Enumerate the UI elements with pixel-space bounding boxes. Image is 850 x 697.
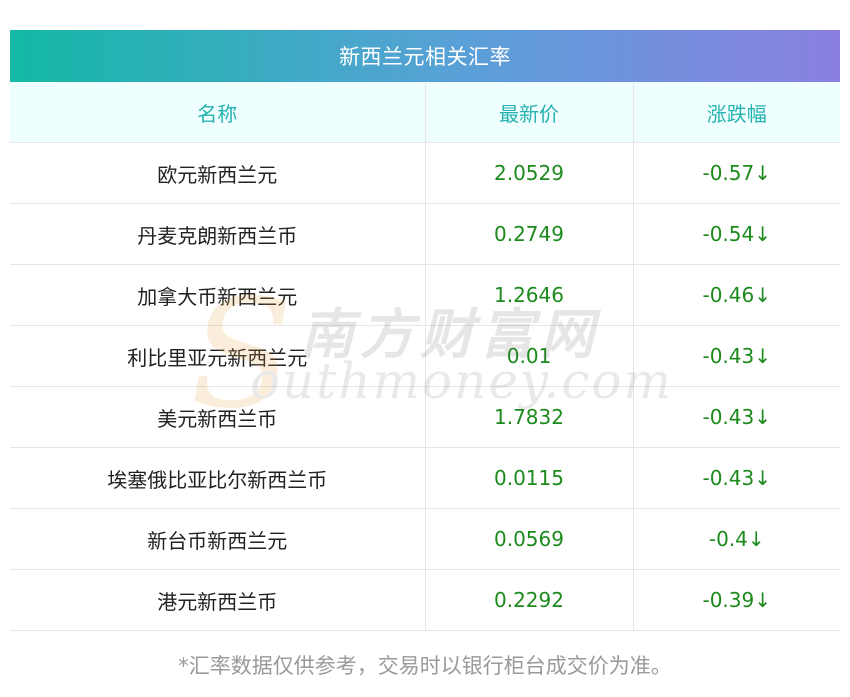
- row-change: -0.39↓: [633, 569, 840, 631]
- row-price: 1.7832: [425, 386, 634, 448]
- column-header-name: 名称: [10, 82, 426, 143]
- row-name: 港元新西兰币: [10, 569, 426, 631]
- row-change: -0.4↓: [633, 508, 840, 570]
- row-change: -0.43↓: [633, 386, 840, 448]
- row-change: -0.43↓: [633, 325, 840, 387]
- table-row: 美元新西兰币 1.7832 -0.43↓: [10, 386, 840, 448]
- row-name: 美元新西兰币: [10, 386, 426, 448]
- row-change: -0.57↓: [633, 142, 840, 204]
- row-price: 1.2646: [425, 264, 634, 326]
- row-price: 0.0569: [425, 508, 634, 570]
- row-change: -0.54↓: [633, 203, 840, 265]
- row-price: 0.0115: [425, 447, 634, 509]
- row-price: 0.01: [425, 325, 634, 387]
- row-name: 埃塞俄比亚比尔新西兰币: [10, 447, 426, 509]
- panel-title: 新西兰元相关汇率: [10, 30, 840, 82]
- row-name: 加拿大币新西兰元: [10, 264, 426, 326]
- table-row: 埃塞俄比亚比尔新西兰币 0.0115 -0.43↓: [10, 447, 840, 509]
- table-row: 丹麦克朗新西兰币 0.2749 -0.54↓: [10, 203, 840, 265]
- row-change: -0.46↓: [633, 264, 840, 326]
- row-name: 新台币新西兰元: [10, 508, 426, 570]
- column-header-change: 涨跌幅: [633, 82, 840, 143]
- table-row: 加拿大币新西兰元 1.2646 -0.46↓: [10, 264, 840, 326]
- row-price: 0.2749: [425, 203, 634, 265]
- row-name: 丹麦克朗新西兰币: [10, 203, 426, 265]
- row-change: -0.43↓: [633, 447, 840, 509]
- table-header-row: 名称 最新价 涨跌幅: [10, 82, 840, 143]
- row-name: 利比里亚元新西兰元: [10, 325, 426, 387]
- table-row: 港元新西兰币 0.2292 -0.39↓: [10, 569, 840, 631]
- row-price: 0.2292: [425, 569, 634, 631]
- table-row: 欧元新西兰元 2.0529 -0.57↓: [10, 142, 840, 204]
- disclaimer-note: *汇率数据仅供参考，交易时以银行柜台成交价为准。: [178, 654, 672, 678]
- rates-panel: 新西兰元相关汇率 名称 最新价 涨跌幅 欧元新西兰元 2.0529 -0.57↓…: [10, 30, 840, 631]
- column-header-price: 最新价: [425, 82, 634, 143]
- row-name: 欧元新西兰元: [10, 142, 426, 204]
- table-row: 利比里亚元新西兰元 0.01 -0.43↓: [10, 325, 840, 387]
- row-price: 2.0529: [425, 142, 634, 204]
- table-row: 新台币新西兰元 0.0569 -0.4↓: [10, 508, 840, 570]
- rates-table: 名称 最新价 涨跌幅 欧元新西兰元 2.0529 -0.57↓ 丹麦克朗新西兰币…: [10, 82, 840, 631]
